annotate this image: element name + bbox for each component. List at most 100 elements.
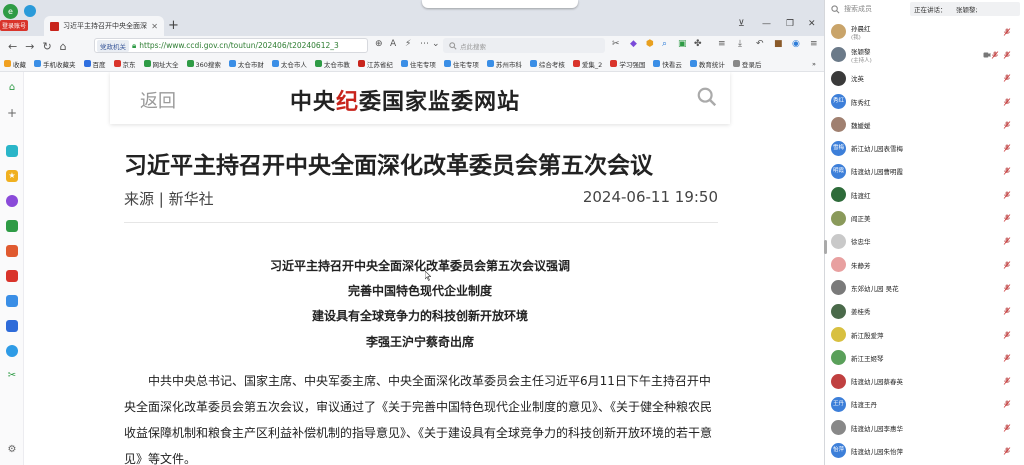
mic-muted-icon[interactable] xyxy=(1003,330,1011,339)
tab-menu-icon[interactable]: ⊻ xyxy=(738,19,745,29)
mic-muted-icon[interactable] xyxy=(1003,260,1011,269)
mic-muted-icon[interactable] xyxy=(1003,167,1011,176)
maximize-icon[interactable]: ❐ xyxy=(786,19,794,29)
bookmark-item[interactable]: 江苏省纪 xyxy=(357,59,393,69)
login-badge[interactable]: 登录账号 xyxy=(0,20,29,31)
mic-muted-icon[interactable] xyxy=(1003,377,1011,385)
mic-muted-icon[interactable] xyxy=(1003,307,1011,315)
scissors-icon[interactable]: ✂ xyxy=(612,39,620,49)
download-icon[interactable]: ⤓ xyxy=(738,39,742,49)
bookmark-item[interactable]: 网址大全 xyxy=(143,59,179,69)
back-link[interactable]: 返回 xyxy=(140,87,176,113)
mic-muted-icon[interactable] xyxy=(1003,74,1011,82)
mic-muted-icon[interactable] xyxy=(1003,51,1011,59)
notes-rail-icon[interactable] xyxy=(6,320,18,332)
shield-icon[interactable]: ⬢ xyxy=(646,39,654,49)
back-arrow-icon[interactable]: ← xyxy=(8,40,17,53)
overflow-menu-icon[interactable]: ≡ xyxy=(810,39,818,49)
puzzle-icon[interactable]: ✤ xyxy=(694,39,702,49)
camera-icon[interactable] xyxy=(983,51,991,59)
star-rail-icon[interactable]: ★ xyxy=(6,170,18,182)
participant-row[interactable]: 王丹 陆渡王丹 xyxy=(825,393,1024,416)
bookmark-item[interactable]: 收藏 xyxy=(4,59,26,69)
bookmark-item[interactable]: 京东 xyxy=(113,59,136,69)
panel-scroll-handle[interactable] xyxy=(824,240,827,254)
participant-row[interactable]: 张颖黎 (主持人) xyxy=(825,43,1024,66)
bookmark-item[interactable]: 太仓市财 xyxy=(228,59,264,69)
participant-row[interactable]: 魏媛媛 xyxy=(825,113,1024,136)
search-box[interactable]: 点此搜索 xyxy=(443,38,605,53)
translate-rail-icon[interactable] xyxy=(6,345,18,357)
participant-row[interactable]: 秀红 陈秀红 xyxy=(825,90,1024,113)
close-window-icon[interactable]: ✕ xyxy=(808,19,816,29)
more-icon[interactable]: ⋯ xyxy=(420,39,429,49)
browser-logo-icon[interactable]: e xyxy=(3,4,18,19)
mic-muted-icon[interactable] xyxy=(1003,190,1011,199)
scissors-rail-icon[interactable]: ✂ xyxy=(6,370,18,382)
bookmark-item[interactable]: 学习强国 xyxy=(610,59,645,69)
new-tab-button[interactable]: + xyxy=(168,18,179,33)
bookmark-item[interactable]: 手机收藏夹 xyxy=(34,59,76,69)
participant-row[interactable]: 孙晨红 (我) xyxy=(825,20,1024,43)
participant-row[interactable]: 新江王姬琴 xyxy=(825,346,1024,369)
mic-muted-icon[interactable] xyxy=(1003,237,1011,246)
zoom-icon[interactable]: ⊕ xyxy=(375,39,383,49)
participant-row[interactable]: 新江殷爱萍 xyxy=(825,323,1024,346)
rail-app-2-icon[interactable] xyxy=(6,195,18,207)
image-rail-icon[interactable] xyxy=(6,220,18,232)
bookmark-item[interactable]: 快看云 xyxy=(653,59,682,69)
participant-row[interactable]: 阎正美 xyxy=(825,206,1024,229)
minimize-icon[interactable]: — xyxy=(762,19,771,29)
member-search-input[interactable]: 搜索成员 xyxy=(844,4,872,14)
bookmark-item[interactable]: 住宅专项 xyxy=(443,59,479,69)
bookmark-item[interactable]: 太仓市人 xyxy=(271,59,307,69)
bookmark-item[interactable]: 住宅专项 xyxy=(400,59,436,69)
participant-row[interactable]: 陆渡幼儿园蔡春英 xyxy=(825,369,1024,392)
bookmark-item[interactable]: 百度 xyxy=(83,59,106,69)
mic-muted-icon[interactable] xyxy=(1003,97,1011,106)
home-rail-icon[interactable]: ⌂ xyxy=(6,82,18,94)
mic-muted-icon[interactable] xyxy=(1003,284,1011,292)
mic-muted-icon[interactable] xyxy=(1003,400,1011,409)
settings-rail-icon[interactable]: ⚙ xyxy=(6,444,18,456)
undo-icon[interactable]: ↶ xyxy=(756,39,764,49)
participant-row[interactable]: 朱静芳 xyxy=(825,253,1024,276)
participant-row[interactable]: 怡萍 陆渡幼儿园朱怡萍 xyxy=(825,439,1024,462)
mic-muted-icon[interactable] xyxy=(1003,423,1011,432)
mic-muted-icon[interactable] xyxy=(1003,214,1011,222)
bookmark-item[interactable]: 综合考核 xyxy=(529,59,565,69)
mic-muted-icon[interactable] xyxy=(1003,27,1011,36)
extension-a-icon[interactable]: ◆ xyxy=(630,39,637,49)
bookmark-item[interactable]: 教育统计 xyxy=(689,59,725,69)
mic-muted-icon[interactable] xyxy=(1003,144,1011,152)
extension-b-icon[interactable]: ▣ xyxy=(678,39,687,49)
participant-row[interactable]: 陆渡红 xyxy=(825,183,1024,206)
bookmarks-overflow-icon[interactable]: » xyxy=(812,60,816,68)
mic-muted-icon[interactable] xyxy=(1003,447,1011,455)
search-ext-icon[interactable]: ⌕ xyxy=(662,39,667,49)
url-text[interactable]: https://www.ccdi.gov.cn/toutun/202406/t2… xyxy=(139,41,339,50)
edge-icon[interactable]: ◉ xyxy=(792,39,800,49)
menu-icon[interactable]: ≡ xyxy=(718,39,726,49)
participant-row[interactable]: 姜桂秀 xyxy=(825,300,1024,323)
participant-row[interactable]: 东郊幼儿园 吴花 xyxy=(825,276,1024,299)
tab-close-icon[interactable]: ✕ xyxy=(151,22,158,31)
forward-arrow-icon[interactable]: → xyxy=(25,40,34,53)
participant-row[interactable]: 雪梅 新江幼儿园表雪梅 xyxy=(825,136,1024,159)
mic-on-icon[interactable] xyxy=(991,51,999,59)
flash-icon[interactable]: ⚡ xyxy=(405,39,411,49)
video-rail-icon[interactable] xyxy=(6,270,18,282)
translate-icon[interactable]: A xyxy=(390,39,396,49)
mic-muted-icon[interactable] xyxy=(1003,121,1011,129)
game-icon[interactable]: ■ xyxy=(774,39,783,49)
rail-app-1-icon[interactable] xyxy=(6,145,18,157)
address-bar[interactable]: 党政机关 🔒︎ https://www.ccdi.gov.cn/toutun/2… xyxy=(94,38,368,53)
bookmark-item[interactable]: 爱集_2 xyxy=(572,59,602,69)
mic-muted-icon[interactable] xyxy=(1003,354,1011,362)
bookmark-item[interactable]: 苏州市科 xyxy=(486,59,522,69)
bookmark-item[interactable]: 360搜索 xyxy=(186,59,221,69)
bookmark-item[interactable]: 太仓市教 xyxy=(314,59,350,69)
bookmark-item[interactable]: 登录后 xyxy=(732,59,761,69)
participant-row[interactable]: 沈英 xyxy=(825,67,1024,90)
add-rail-icon[interactable]: + xyxy=(6,107,18,119)
